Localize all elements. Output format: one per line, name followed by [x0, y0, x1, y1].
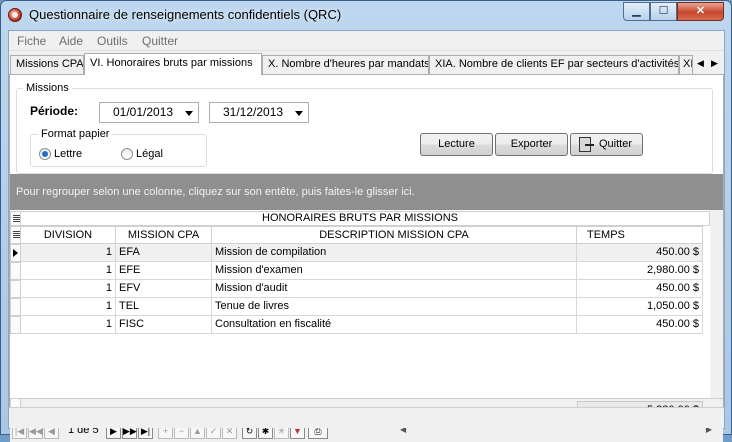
minimize-button[interactable]: ▁ [623, 2, 650, 21]
legal-radio[interactable] [121, 148, 133, 160]
menu-fiche[interactable]: Fiche [17, 34, 46, 48]
row-selector[interactable] [10, 298, 21, 316]
cell-division[interactable]: 1 [21, 262, 116, 280]
date-from-select[interactable]: 01/01/2013 [99, 102, 199, 123]
quitter-button-label: Quitter [598, 138, 632, 150]
tab-nombre-clients[interactable]: XIA. Nombre de clients EF par secteurs d… [429, 55, 679, 74]
column-header-mission-cpa[interactable]: MISSION CPA [116, 226, 212, 244]
periode-label: Période: [30, 104, 79, 118]
app-window: Questionnaire de renseignements confiden… [0, 0, 732, 442]
group-by-area[interactable]: Pour regrouper selon une colonne, clique… [10, 174, 723, 210]
tab-scroll: ◀ ▶ [690, 55, 724, 73]
exporter-button[interactable]: Exporter [495, 133, 568, 156]
cell-mission-cpa[interactable]: EFE [116, 262, 212, 280]
format-papier-label: Format papier [38, 128, 113, 140]
cell-description[interactable]: Mission d'examen [212, 262, 577, 280]
window-title: Questionnaire de renseignements confiden… [29, 7, 342, 22]
cell-temps-facturables[interactable]: 450.00 $ [577, 244, 703, 262]
cell-temps-facturables[interactable]: 450.00 $ [577, 316, 703, 334]
tab-strip: Missions CPA VI. Honoraires bruts par mi… [9, 53, 724, 75]
chevron-down-icon [185, 111, 193, 116]
column-header-temps-facturables[interactable]: TEMPS FACTURABLES [577, 226, 703, 257]
row-selector[interactable] [10, 244, 21, 262]
date-from-value: 01/01/2013 [113, 105, 174, 119]
maximize-button[interactable]: ☐ [650, 2, 677, 21]
menu-quitter[interactable]: Quitter [142, 34, 178, 48]
status-bar [9, 407, 724, 428]
app-icon [8, 8, 22, 22]
menu-lines-icon [13, 215, 20, 223]
tab-nombre-heures[interactable]: X. Nombre d'heures par mandats [262, 55, 429, 74]
cell-temps-facturables[interactable]: 1,050.00 $ [577, 298, 703, 316]
exit-door-icon [579, 137, 594, 152]
cell-temps-facturables[interactable]: 450.00 $ [577, 280, 703, 298]
cell-description[interactable]: Consultation en fiscalité [212, 316, 577, 334]
column-chooser-button[interactable] [10, 226, 21, 244]
cell-description[interactable]: Mission d'audit [212, 280, 577, 298]
row-selector[interactable] [10, 316, 21, 334]
date-to-select[interactable]: 31/12/2013 [209, 102, 309, 123]
cell-mission-cpa[interactable]: TEL [116, 298, 212, 316]
menu-bar: Fiche Aide Outils Quitter [9, 31, 724, 51]
cell-division[interactable]: 1 [21, 280, 116, 298]
missions-group-label: Missions [23, 82, 72, 94]
lettre-label: Lettre [54, 148, 83, 160]
tab-panel: Missions Période: 01/01/2013 31/12/2013 … [9, 74, 724, 442]
data-grid: HONORAIRES BRUTS PAR MISSIONS DIVISION M… [10, 210, 723, 398]
band-header: HONORAIRES BRUTS PAR MISSIONS [10, 211, 710, 226]
lecture-button[interactable]: Lecture [420, 133, 493, 156]
cell-division[interactable]: 1 [21, 298, 116, 316]
menu-aide[interactable]: Aide [59, 34, 83, 48]
cell-mission-cpa[interactable]: FISC [116, 316, 212, 334]
legal-label: Légal [136, 148, 163, 160]
cell-description[interactable]: Tenue de livres [212, 298, 577, 316]
cell-temps-facturables[interactable]: 2,980.00 $ [577, 262, 703, 280]
cell-division[interactable]: 1 [21, 244, 116, 262]
date-to-value: 31/12/2013 [223, 105, 284, 119]
tab-missions-cpa[interactable]: Missions CPA [10, 55, 84, 74]
tab-scroll-left-icon[interactable]: ◀ [697, 58, 704, 69]
vertical-scrollbar[interactable] [710, 210, 723, 398]
quitter-button[interactable]: Quitter [570, 133, 643, 156]
row-selector[interactable] [10, 262, 21, 280]
menu-outils[interactable]: Outils [97, 34, 128, 48]
close-button[interactable]: ✕ [677, 2, 724, 21]
column-header-description[interactable]: DESCRIPTION MISSION CPA [212, 226, 577, 244]
title-bar[interactable]: Questionnaire de renseignements confiden… [1, 1, 731, 29]
current-row-icon [13, 249, 18, 257]
row-selector[interactable] [10, 280, 21, 298]
column-header-division[interactable]: DIVISION [21, 226, 116, 244]
cell-division[interactable]: 1 [21, 316, 116, 334]
client-area: Fiche Aide Outils Quitter Missions CPA V… [8, 30, 725, 442]
cell-mission-cpa[interactable]: EFV [116, 280, 212, 298]
cell-mission-cpa[interactable]: EFA [116, 244, 212, 262]
band-menu-button[interactable] [10, 211, 21, 226]
tab-scroll-right-icon[interactable]: ▶ [711, 58, 718, 69]
cell-description[interactable]: Mission de compilation [212, 244, 577, 262]
lettre-radio[interactable] [39, 148, 51, 160]
chevron-down-icon [295, 111, 303, 116]
tab-honoraires-bruts[interactable]: VI. Honoraires bruts par missions [84, 53, 262, 75]
menu-lines-icon [13, 231, 20, 239]
